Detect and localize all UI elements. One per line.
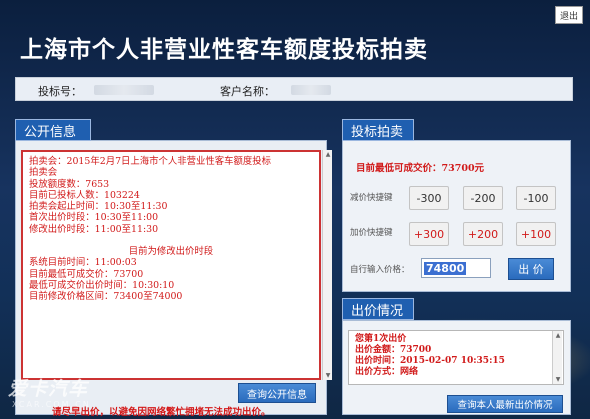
announce-line: 目前已投标人数：103224 (29, 189, 140, 201)
query-public-info-button[interactable]: 查询公开信息 (238, 383, 316, 403)
scroll-up-icon[interactable]: ▲ (554, 332, 562, 339)
bid-status-title: 出价情况 (342, 298, 414, 320)
bid-number-label: 投标号： (38, 85, 82, 98)
bid-log-scrollbar[interactable]: ▲ ▼ (552, 331, 562, 384)
stage-notice: 目前为修改出价时段 (128, 246, 214, 258)
bid-number-value-masked (94, 85, 154, 95)
scroll-down-icon[interactable]: ▼ (324, 372, 332, 379)
announce-line: 拍卖会：2015年2月7日上海市个人非营业性客车额度投标 (29, 156, 272, 167)
bid-log-line: 您第1次出价 (355, 334, 407, 344)
announce-line: 首次出价时段：10:30至11:00 (29, 212, 159, 224)
announcement-text: 拍卖会：2015年2月7日上海市个人非营业性客车额度投标 拍卖会 投放额度数：7… (21, 150, 321, 380)
decrease-100-button[interactable]: -100 (516, 186, 556, 210)
decrease-200-button[interactable]: -200 (463, 186, 503, 210)
scroll-up-icon[interactable]: ▲ (324, 151, 332, 158)
query-latest-bid-button[interactable]: 查询本人最新出价情况 (447, 395, 563, 413)
increase-200-button[interactable]: +200 (463, 222, 503, 246)
bid-log: 您第1次出价 出价金额：73700 出价时间：2015-02-07 10:35:… (348, 330, 564, 385)
announce-line: 拍卖会起止时间：10:30至11:30 (29, 201, 168, 213)
bid-log-line: 出价金额：73700 (355, 345, 432, 355)
client-name-label: 客户名称： (220, 85, 275, 98)
watermark-logo: 爱卡汽车 (8, 378, 89, 400)
decrease-label: 减价快捷键 (350, 193, 393, 203)
announcement-scrollbar[interactable]: ▲ ▼ (322, 150, 332, 380)
announce-line: 最低可成交价出价时间：10:30:10 (29, 279, 175, 291)
announce-line: 拍卖会 (29, 167, 58, 179)
min-price-text: 目前最低可成交价：73700元 (356, 163, 485, 174)
bid-log-line: 出价时间：2015-02-07 10:35:15 (355, 356, 505, 366)
public-info-title: 公开信息 (15, 119, 91, 141)
custom-price-label: 自行输入价格： (350, 265, 410, 275)
client-name-value-masked (291, 85, 331, 95)
announce-line: 系统目前时间：11:00:03 (29, 257, 137, 269)
decrease-300-button[interactable]: -300 (409, 186, 449, 210)
bid-log-line: 出价方式：网络 (355, 367, 419, 377)
scroll-down-icon[interactable]: ▼ (554, 376, 562, 383)
announce-line: 目前修改价格区间：73400至74000 (29, 291, 183, 303)
user-info-bar: 投标号： 客户名称： (15, 77, 573, 101)
exit-button[interactable]: 退出 (555, 6, 583, 24)
increase-100-button[interactable]: +100 (516, 222, 556, 246)
custom-price-input[interactable]: 74800 (421, 258, 491, 278)
announce-line: 目前最低可成交价：73700 (29, 268, 144, 280)
bidding-title: 投标拍卖 (342, 119, 414, 141)
custom-price-value: 74800 (424, 261, 467, 275)
bid-button[interactable]: 出 价 (508, 258, 554, 280)
increase-label: 加价快捷键 (350, 228, 393, 238)
increase-300-button[interactable]: +300 (409, 222, 449, 246)
page-title: 上海市个人非营业性客车额度投标拍卖 (20, 37, 428, 63)
watermark-url: XCAR.COM.CN (12, 400, 91, 409)
announce-line: 投放额度数：7653 (29, 178, 110, 190)
announce-line: 修改出价时段：11:00至11:30 (29, 223, 159, 235)
